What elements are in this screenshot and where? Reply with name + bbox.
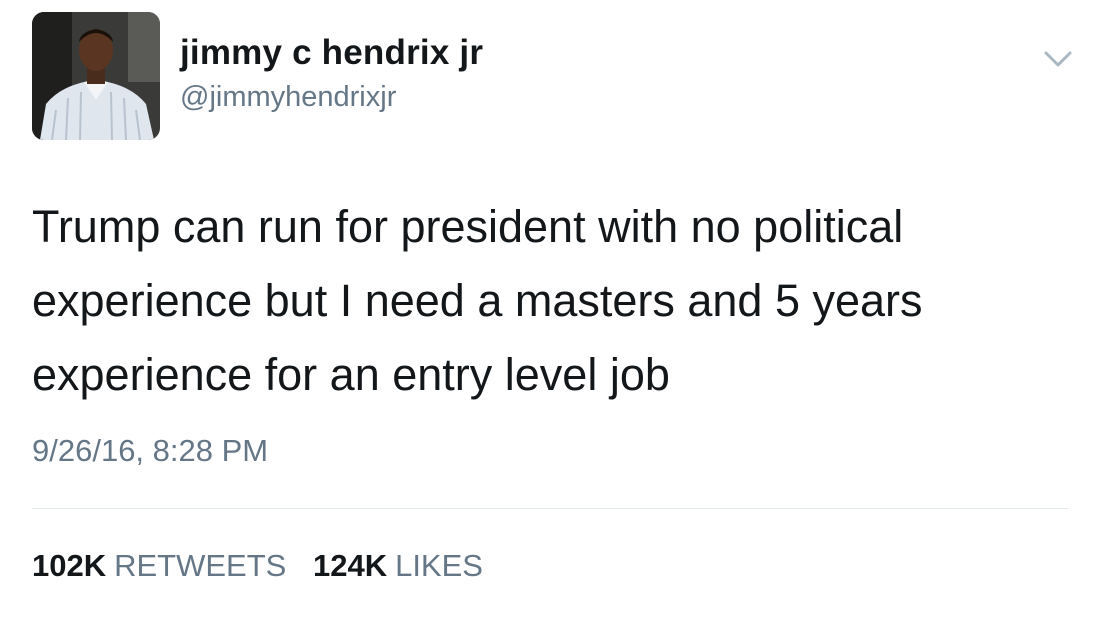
tweet-stats: 102K RETWEETS 124K LIKES <box>32 548 483 584</box>
retweets-label: RETWEETS <box>114 548 287 583</box>
chevron-down-icon[interactable] <box>1040 46 1076 72</box>
retweets-stat[interactable]: 102K RETWEETS <box>32 548 286 584</box>
author-handle[interactable]: @jimmyhendrixjr <box>180 81 396 114</box>
tweet-text: Trump can run for president with no poli… <box>32 201 923 400</box>
likes-label: LIKES <box>395 548 483 583</box>
likes-count: 124K <box>312 548 388 583</box>
avatar-image <box>32 12 160 140</box>
author-display-name[interactable]: jimmy c hendrix jr <box>180 33 483 73</box>
retweets-count: 102K <box>32 548 107 583</box>
divider <box>32 508 1068 509</box>
likes-stat[interactable]: 124K LIKES <box>313 548 483 584</box>
avatar[interactable] <box>32 12 160 140</box>
tweet-timestamp[interactable]: 9/26/16, 8:28 PM <box>32 433 268 469</box>
